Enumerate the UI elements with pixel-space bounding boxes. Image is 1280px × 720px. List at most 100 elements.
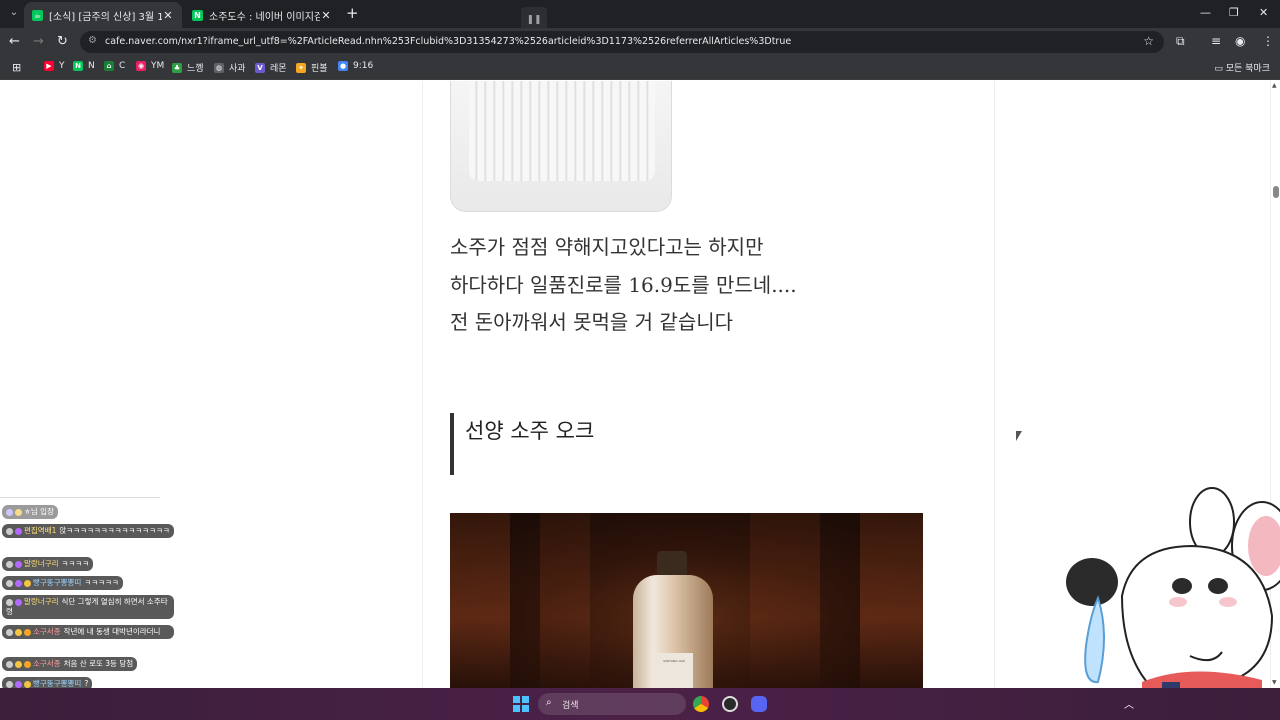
bookmark-item[interactable]: ▶ Y	[44, 61, 65, 71]
dots-icon: ●	[338, 61, 348, 71]
profile-avatar-icon[interactable]: ◉	[1235, 34, 1245, 48]
bookmark-item[interactable]: V 레몬	[255, 61, 287, 74]
badge-icon	[15, 598, 22, 606]
streamer-avatar-overlay	[1062, 486, 1280, 688]
bottle-cap	[657, 551, 687, 577]
section-heading-text: 선양 소주 오크	[465, 419, 595, 443]
naver-icon: N	[73, 61, 83, 71]
bookmark-item[interactable]: NN	[73, 61, 95, 71]
close-window-icon[interactable]: ✕	[1259, 6, 1268, 19]
obs-icon[interactable]	[722, 696, 738, 712]
badge-icon	[15, 560, 22, 568]
tray-expand-icon[interactable]: ︿	[1124, 696, 1134, 711]
back-icon[interactable]: ←	[9, 33, 20, 51]
badge-icon	[24, 579, 31, 587]
scroll-up-icon[interactable]: ▲	[1272, 82, 1277, 89]
chat-nickname: 빵구뚱구뽕뽕띠	[33, 578, 82, 587]
scrollbar-thumb[interactable]	[1273, 186, 1279, 198]
naver-favicon-icon: N	[192, 9, 203, 21]
chrome-icon[interactable]	[693, 696, 709, 712]
badge-icon	[6, 579, 13, 587]
chat-message: 빵구뚱구뽕뽕띠 ㅋㅋㅋㅋㅋ	[2, 576, 123, 590]
shelf-decor	[860, 513, 923, 688]
bookmark-item[interactable]: ● 9:16	[338, 61, 373, 71]
product-ridges	[469, 81, 655, 181]
browser-toolbar: ← → ↻ ⚙ cafe.naver.com/nxr1?iframe_url_u…	[0, 28, 1280, 56]
paragraph-line: 하다하다 일품진로를 16.9도를 만드네....	[450, 272, 797, 297]
bookmark-item[interactable]: ⌂ C	[104, 61, 125, 71]
paragraph-line: 소주가 점점 약해지고있다고는 하지만	[450, 235, 764, 259]
badge-icon	[6, 660, 13, 668]
all-bookmarks-button[interactable]: ▭ 모든 북마크	[1214, 61, 1270, 74]
youtube-icon: ▶	[44, 61, 54, 71]
tab-strip: ⌄ ☕ [소식] [금주의 신상] 3월 1주차 ✕ N 소주도수 : 네이버 …	[0, 0, 1280, 33]
pinball-icon: ✦	[296, 62, 306, 73]
tab-title: [소식] [금주의 신상] 3월 1주차	[49, 11, 162, 23]
chat-nickname: 말랑너구리	[24, 559, 59, 568]
chat-message: 말랑너구리 ㅋㅋㅋㅋ	[2, 557, 94, 571]
badge-icon	[15, 508, 22, 516]
tab-close-icon[interactable]: ✕	[162, 9, 174, 22]
tab-active[interactable]: ☕ [소식] [금주의 신상] 3월 1주차 ✕	[24, 2, 182, 28]
reload-icon[interactable]: ↻	[57, 33, 68, 51]
site-info-icon[interactable]: ⚙	[88, 35, 97, 46]
article-border-right	[994, 81, 995, 688]
address-bar[interactable]: ⚙ cafe.naver.com/nxr1?iframe_url_utf8=%2…	[80, 31, 1164, 53]
badge-icon	[6, 508, 13, 516]
badge-icon	[6, 598, 13, 606]
tab-title: 소주도수 : 네이버 이미지검색	[209, 11, 320, 23]
tab-naver-image[interactable]: N 소주도수 : 네이버 이미지검색 ✕	[184, 2, 340, 28]
bookmark-star-icon[interactable]: ☆	[1143, 34, 1154, 48]
globe-icon: ◍	[214, 62, 224, 73]
article-image-bottle[interactable]: SUNYANG OAK	[450, 513, 923, 688]
badge-icon	[6, 527, 13, 535]
bookmark-item[interactable]: ♣ 느껭	[172, 61, 204, 74]
v-icon: V	[255, 62, 265, 73]
article-image-product	[450, 81, 672, 212]
bottle-label: SUNYANG OAK	[655, 653, 693, 688]
chat-nickname: 말랑너구리	[24, 597, 59, 606]
bookmark-item[interactable]: ◉ YM	[136, 61, 164, 71]
chat-nickname: 편집역배1	[24, 526, 57, 535]
badge-icon	[24, 628, 31, 636]
url-text[interactable]: cafe.naver.com/nxr1?iframe_url_utf8=%2FA…	[105, 36, 791, 47]
forward-icon[interactable]: →	[33, 33, 44, 51]
new-tab-icon[interactable]: +	[346, 5, 359, 21]
badge-icon	[15, 660, 22, 668]
search-icon: ⌕	[546, 697, 552, 708]
article-paragraph: 소주가 점점 약해지고있다고는 하지만 하다하다 일품진로를 16.9도를 만드…	[450, 229, 970, 342]
shelf-decor	[750, 513, 820, 688]
badge-icon	[6, 628, 13, 636]
tab-favicon-icon: ☕	[32, 9, 43, 21]
bookmark-item[interactable]: ◍ 사과	[214, 61, 246, 74]
bookmark-item[interactable]: ✦ 핀볼	[296, 61, 328, 74]
media-control-icon[interactable]: ≡	[1211, 34, 1221, 48]
chat-message: 편집역배1 앉ㅋㅋㅋㅋㅋㅋㅋㅋㅋㅋㅋㅋㅋㅋㅋ	[2, 524, 174, 538]
cafe-icon: ⌂	[104, 61, 114, 71]
chat-nickname: 소구서종	[33, 627, 61, 636]
chat-nickname: 빵구뚱구뽕뽕띠	[33, 679, 82, 688]
tab-search-icon[interactable]: ⌄	[6, 5, 22, 21]
taskbar-search[interactable]: ⌕ 검색	[538, 693, 686, 715]
ym-icon: ◉	[136, 61, 146, 71]
clover-icon: ♣	[172, 62, 182, 73]
shelf-decor	[540, 513, 590, 688]
minimize-icon[interactable]: —	[1200, 6, 1211, 19]
badge-icon	[6, 560, 13, 568]
mouse-cursor-icon	[1016, 431, 1026, 441]
tab-close-icon[interactable]: ✕	[320, 9, 332, 22]
bookmarks-bar: ⊞ ▶ Y NN ⌂ C ◉ YM ♣ 느껭 ◍ 사과 V 레몬 ✦ 핀볼 ● 9:16 ▭ 모…	[0, 56, 1280, 80]
chat-message: 말랑너구리 식단 그렇게 열심히 하면서 소주타령	[2, 595, 174, 619]
menu-icon[interactable]: ⋮	[1262, 34, 1274, 48]
extensions-icon[interactable]: ⧉	[1176, 34, 1185, 49]
article-border-left	[422, 81, 423, 688]
chat-message: 소구서종 처음 산 로또 3등 당첨	[2, 657, 138, 671]
maximize-icon[interactable]: ❐	[1229, 6, 1239, 19]
badge-icon	[24, 660, 31, 668]
chat-message: ㅎ님 입장	[2, 505, 58, 519]
discord-icon[interactable]	[751, 696, 767, 712]
section-heading: 선양 소주 오크	[450, 413, 594, 475]
windows-start-icon[interactable]	[513, 696, 529, 712]
folder-icon: ▭	[1214, 64, 1223, 74]
apps-grid-icon[interactable]: ⊞	[12, 61, 21, 74]
